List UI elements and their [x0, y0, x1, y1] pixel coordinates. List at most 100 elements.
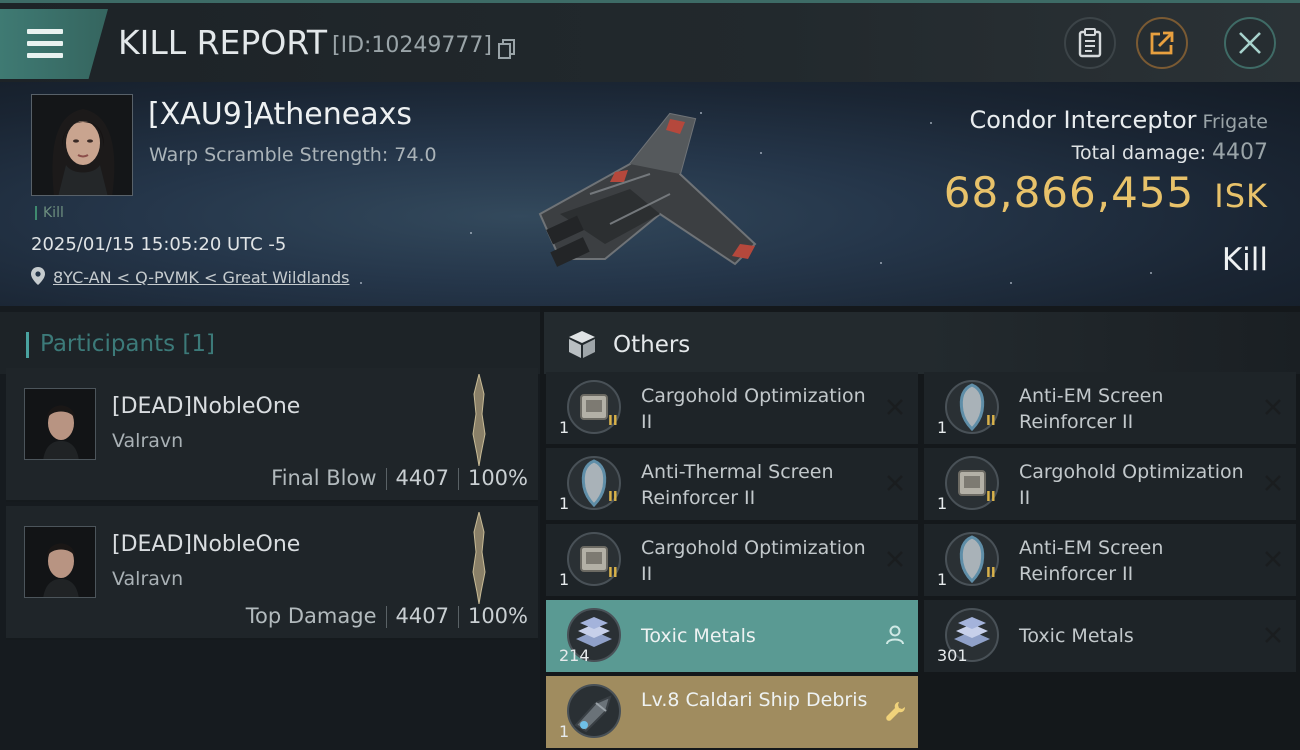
item-slot[interactable]: II 1 Anti-Thermal Screen Reinforcer II — [546, 448, 918, 520]
svg-text:II: II — [986, 566, 996, 581]
victim-banner: [XAU9]Atheneaxs Warp Scramble Strength: … — [0, 82, 1300, 306]
participant-name: [DEAD]NobleOne — [112, 532, 301, 557]
menu-line — [27, 41, 63, 46]
ship-class: Frigate — [1202, 111, 1268, 133]
item-quantity: 301 — [937, 646, 968, 665]
report-id: [ID:10249777] — [332, 33, 492, 58]
close-icon — [1239, 32, 1261, 54]
shield-reinforcer-icon: II — [567, 456, 621, 510]
item-name: Cargohold Optimization II — [641, 537, 866, 585]
item-slot[interactable]: 301 Toxic Metals — [924, 600, 1296, 672]
kill-result: Kill — [1221, 242, 1268, 278]
close-button[interactable] — [1224, 17, 1276, 69]
item-slot[interactable]: 1 Lv.8 Caldari Ship Debris — [546, 676, 918, 748]
kill-datetime: 2025/01/15 15:05:20 UTC -5 — [31, 234, 287, 255]
clipboard-button[interactable] — [1064, 17, 1116, 69]
participant-role: Top Damage — [245, 604, 377, 628]
isk-unit: ISK — [1214, 177, 1268, 215]
item-name: Anti-Thermal Screen Reinforcer II — [641, 461, 834, 509]
star — [470, 232, 472, 234]
page-title: KILL REPORT — [118, 23, 327, 62]
shield-reinforcer-icon: II — [945, 532, 999, 586]
participant-stats: Final Blow 4407 100% — [271, 466, 528, 490]
svg-text:II: II — [608, 414, 618, 429]
ship-debris-icon — [567, 684, 621, 738]
cargohold-module-icon: II — [567, 380, 621, 434]
victim-ship[interactable]: Condor Interceptor Frigate — [969, 106, 1268, 134]
shield-reinforcer-icon: II — [945, 380, 999, 434]
participants-header: Participants [1] — [0, 312, 540, 374]
destroyed-icon — [1265, 399, 1281, 415]
location-pin-icon — [31, 267, 45, 285]
destroyed-icon — [887, 551, 903, 567]
participant-portrait — [25, 389, 95, 459]
star — [1010, 282, 1012, 284]
total-damage-value: 4407 — [1212, 140, 1268, 165]
total-damage-label: Total damage: — [1071, 142, 1206, 164]
kill-tag: Kill — [35, 206, 64, 220]
svg-text:II: II — [986, 490, 996, 505]
destroyed-icon — [887, 399, 903, 415]
participant-portrait — [25, 527, 95, 597]
participants-title: Participants [1] — [40, 331, 215, 357]
share-button[interactable] — [1136, 17, 1188, 69]
menu-button[interactable] — [0, 9, 108, 79]
item-quantity: 1 — [937, 570, 948, 589]
stats-divider — [385, 468, 387, 490]
participant-avatar[interactable] — [24, 526, 96, 598]
stats-divider — [457, 606, 459, 628]
star — [930, 122, 932, 124]
item-name: Anti-EM Screen Reinforcer II — [1019, 385, 1164, 433]
victim-name[interactable]: [XAU9]Atheneaxs — [148, 97, 412, 132]
ship-name: Condor Interceptor — [969, 106, 1197, 134]
destroyed-icon — [887, 475, 903, 491]
participant-ship: Valravn — [112, 430, 184, 452]
stats-divider — [385, 606, 387, 628]
item-quantity: 1 — [559, 418, 570, 437]
item-slot[interactable]: II 1 Anti-EM Screen Reinforcer II — [924, 372, 1296, 444]
item-slot[interactable]: II 1 Cargohold Optimization II — [546, 524, 918, 596]
star — [880, 262, 882, 264]
participant-avatar[interactable] — [24, 388, 96, 460]
stats-divider — [457, 468, 459, 490]
participant-percent: 100% — [467, 466, 528, 490]
weapon-icon — [472, 512, 486, 604]
star — [1150, 272, 1152, 274]
isk-value: 68,866,455 ISK — [944, 168, 1268, 217]
destroyed-icon — [1265, 551, 1281, 567]
warp-scramble-strength: Warp Scramble Strength: 74.0 — [149, 144, 437, 166]
destroyed-icon — [1265, 627, 1281, 643]
participant-role: Final Blow — [271, 466, 377, 490]
others-title: Others — [613, 332, 691, 358]
dropped-person-icon — [886, 625, 904, 645]
item-slot[interactable]: II 1 Cargohold Optimization II — [924, 448, 1296, 520]
cargo-box-icon — [569, 331, 595, 358]
participant-damage: 4407 — [395, 466, 449, 490]
copy-icon[interactable] — [498, 39, 516, 59]
item-slot[interactable]: II 1 Cargohold Optimization II — [546, 372, 918, 444]
victim-avatar[interactable] — [31, 94, 133, 196]
participant-damage: 4407 — [395, 604, 449, 628]
item-quantity: 1 — [559, 570, 570, 589]
participant-row[interactable]: [DEAD]NobleOne Valravn Final Blow 4407 100… — [6, 368, 538, 502]
participant-row[interactable]: [DEAD]NobleOne Valravn Top Damage 4407 100… — [6, 506, 538, 640]
clipboard-icon — [1078, 28, 1102, 58]
participant-name: [DEAD]NobleOne — [112, 394, 301, 419]
kill-report-screen: KILL REPORT [ID:10249777] [XAU9]Atheneax… — [0, 0, 1300, 750]
item-slot[interactable]: 214 Toxic Metals — [546, 600, 918, 672]
total-damage: Total damage: 4407 — [1072, 140, 1268, 165]
wrench-icon — [886, 702, 905, 721]
isk-amount: 68,866,455 — [943, 168, 1195, 217]
item-slot[interactable]: II 1 Anti-EM Screen Reinforcer II — [924, 524, 1296, 596]
item-quantity: 1 — [937, 494, 948, 513]
participant-ship: Valravn — [112, 568, 184, 590]
others-header: Others — [544, 312, 1300, 374]
item-name: Lv.8 Caldari Ship Debris — [641, 689, 868, 711]
participant-stats: Top Damage 4407 100% — [246, 604, 528, 628]
item-name: Cargohold Optimization II — [1019, 461, 1244, 509]
item-quantity: 1 — [937, 418, 948, 437]
menu-line — [27, 29, 63, 34]
weapon-icon — [472, 374, 486, 466]
share-icon — [1150, 31, 1174, 55]
location-link[interactable]: 8YC-AN < Q-PVMK < Great Wildlands — [53, 268, 349, 287]
